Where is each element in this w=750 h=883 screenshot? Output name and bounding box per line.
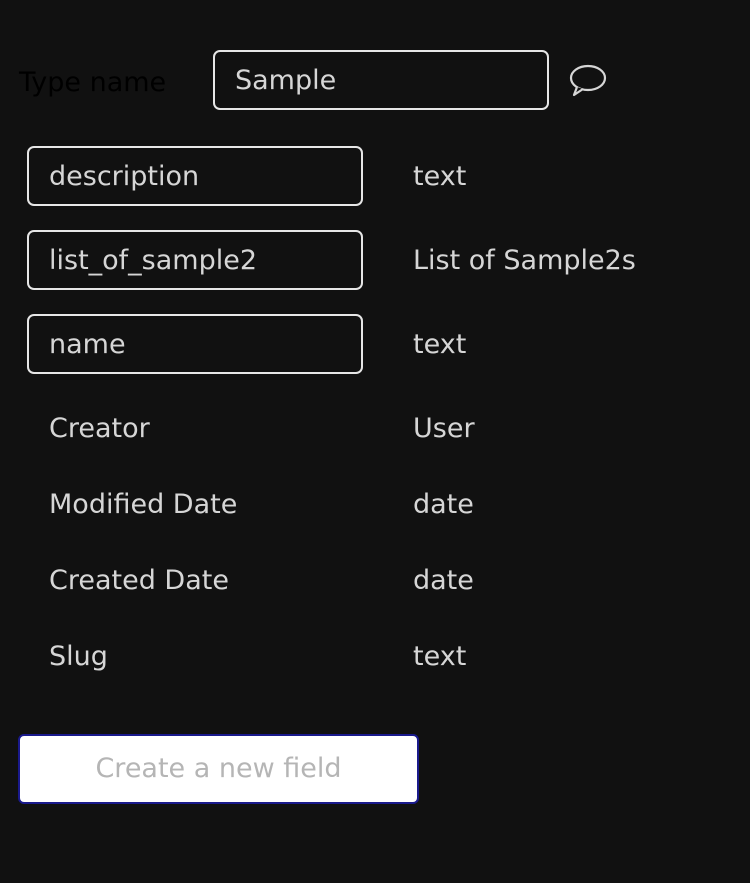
field-name-input-name[interactable] [27,314,363,374]
builtin-field-creator: Creator [49,413,150,444]
builtin-field-modified-date: Modified Date [49,489,238,520]
speech-bubble-icon[interactable] [568,63,608,99]
builtin-field-type-creator: User [413,413,475,444]
builtin-field-slug: Slug [49,641,108,672]
field-name-input-description[interactable] [27,146,363,206]
builtin-field-type-created-date: date [413,565,474,596]
builtin-field-type-modified-date: date [413,489,474,520]
builtin-field-created-date: Created Date [49,565,229,596]
field-type-list-of-sample2: List of Sample2s [413,245,636,276]
field-type-description: text [413,161,467,192]
type-name-label: Type name [19,67,167,98]
builtin-field-type-slug: text [413,641,467,672]
create-new-field-button[interactable]: Create a new field [18,734,419,804]
type-name-input[interactable] [213,50,549,110]
field-name-input-list-of-sample2[interactable] [27,230,363,290]
field-type-name: text [413,329,467,360]
